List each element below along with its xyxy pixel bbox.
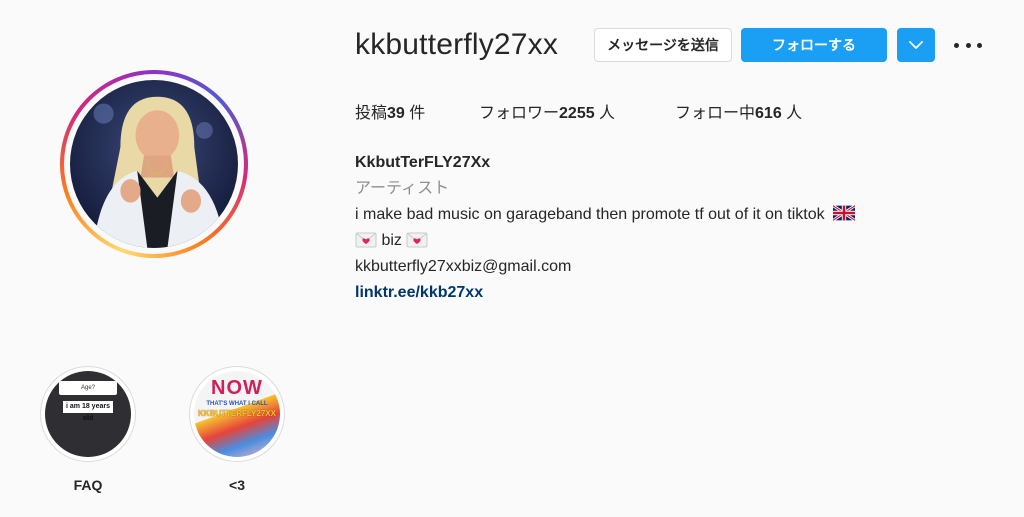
- uk-flag-icon: [833, 205, 856, 221]
- highlight-cover: NOW THAT'S WHAT I CALL KKBUTTERFLY27XX: [194, 371, 280, 457]
- posts-count: 投稿39 件: [355, 105, 426, 122]
- follow-button[interactable]: フォローする: [741, 28, 887, 62]
- profile-avatar[interactable]: [60, 70, 248, 258]
- highlight-heart[interactable]: NOW THAT'S WHAT I CALL KKBUTTERFLY27XX <…: [189, 366, 285, 493]
- profile-bio: KkbutTerFLY27Xx アーティスト i make bad music …: [355, 150, 856, 306]
- cover-subtitle: THAT'S WHAT I CALL: [206, 401, 268, 407]
- bio-line: i make bad music on garageband then prom…: [355, 202, 856, 228]
- cover-title: NOW: [211, 377, 263, 399]
- bio-text: i make bad music on garageband then prom…: [355, 206, 825, 223]
- message-button[interactable]: メッセージを送信: [594, 28, 732, 62]
- contact-email: kkbutterfly27xxbiz@gmail.com: [355, 258, 572, 275]
- profile-category: アーティスト: [355, 180, 450, 197]
- external-link[interactable]: linktr.ee/kkb27xx: [355, 280, 855, 306]
- love-letter-icon: [406, 232, 428, 248]
- bio-biz-line: biz: [355, 228, 855, 254]
- followers-count[interactable]: フォロワー2255 人: [479, 99, 615, 123]
- highlight-faq[interactable]: Age? i am 18 years old FAQ: [40, 366, 136, 493]
- more-options-icon[interactable]: [954, 35, 982, 55]
- suggested-accounts-button[interactable]: [897, 28, 935, 62]
- highlight-label: FAQ: [73, 477, 103, 493]
- profile-username: kkbutterfly27xx: [355, 28, 559, 61]
- cover-question: Age?: [59, 381, 117, 395]
- biz-text: biz: [377, 232, 407, 249]
- highlight-label: <3: [229, 477, 245, 493]
- cover-name: KKBUTTERFLY27XX: [198, 409, 276, 418]
- love-letter-icon: [355, 232, 377, 248]
- cover-answer: i am 18 years old: [63, 401, 113, 422]
- profile-photo: [70, 80, 238, 248]
- chevron-down-icon: [909, 40, 923, 49]
- following-count[interactable]: フォロー中616 人: [675, 99, 802, 123]
- highlight-cover: Age? i am 18 years old: [45, 371, 131, 457]
- display-name: KkbutTerFLY27Xx: [355, 154, 491, 171]
